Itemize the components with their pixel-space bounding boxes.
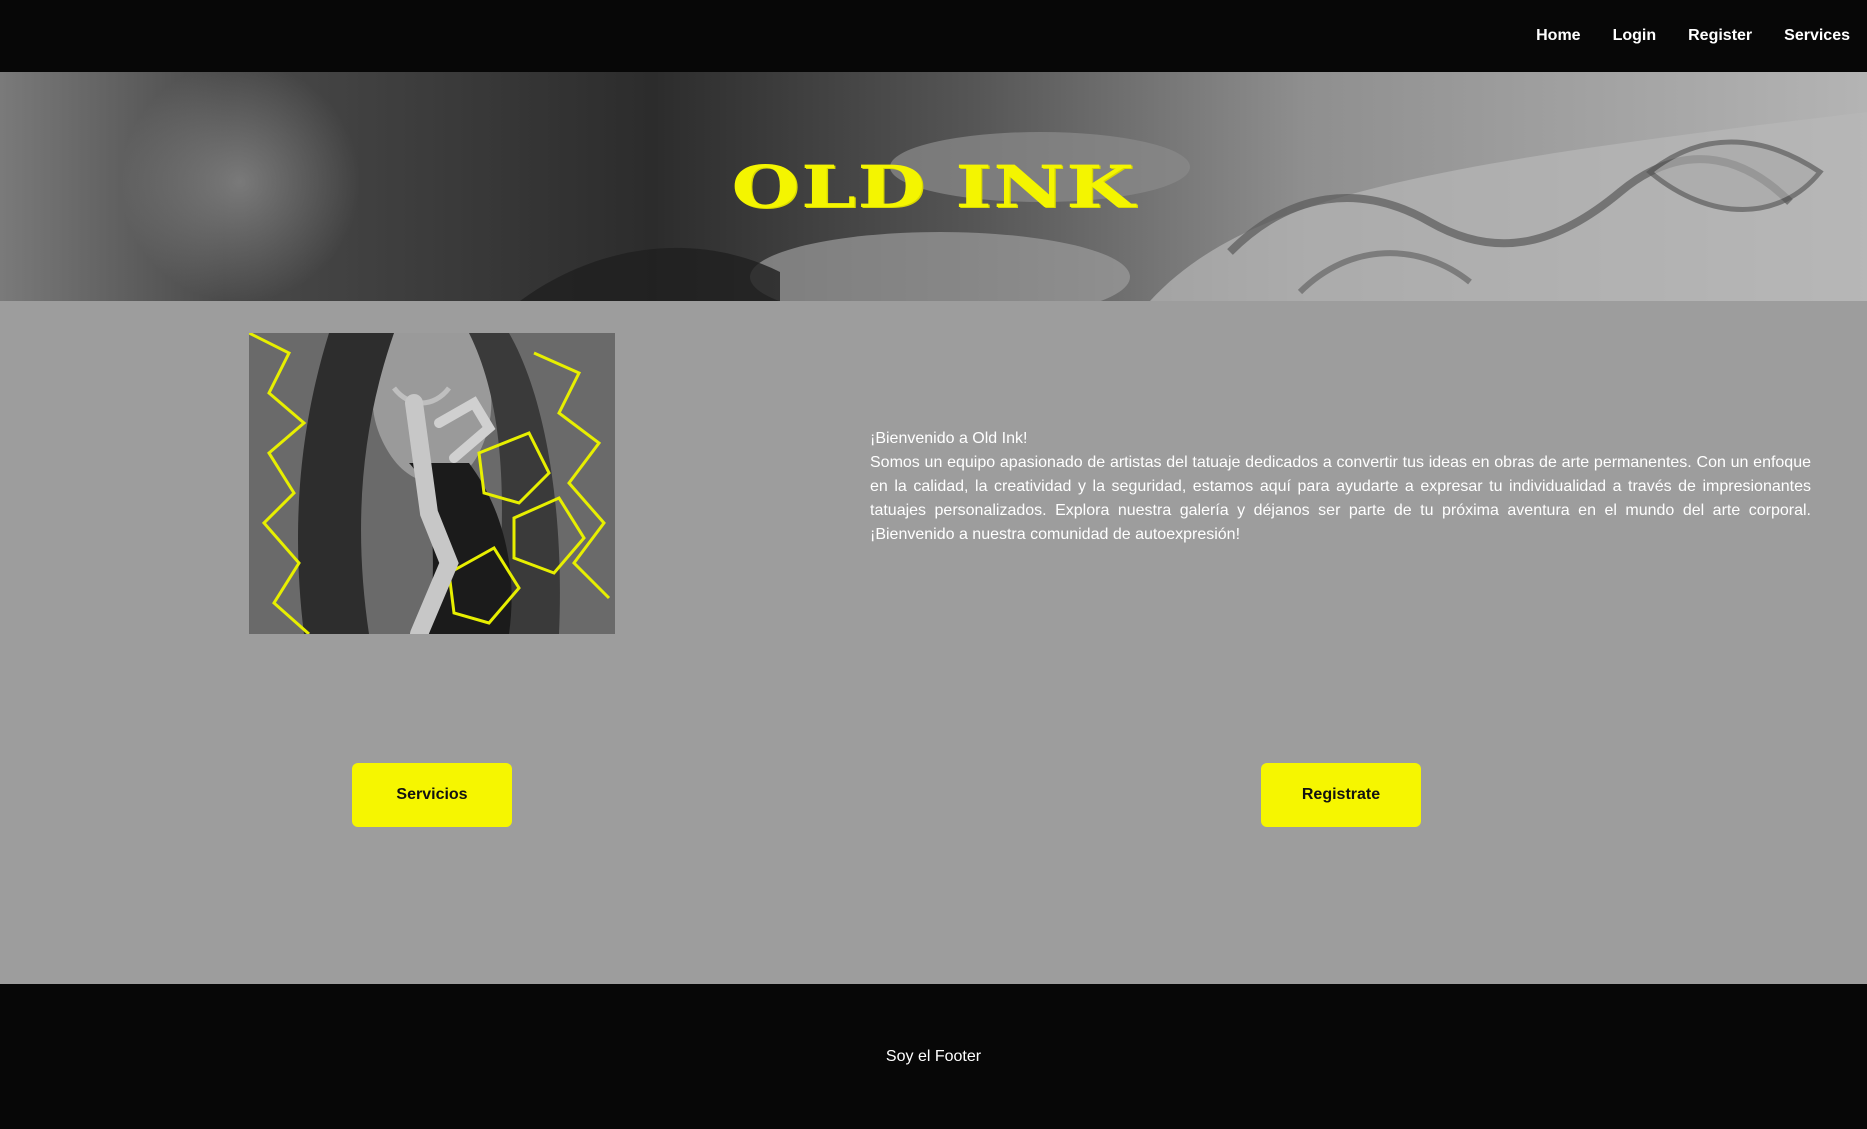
main-navigation: Home Login Register Services <box>1536 0 1850 72</box>
services-button[interactable]: Servicios <box>352 763 512 827</box>
welcome-title: ¡Bienvenido a Old Ink! <box>870 430 1028 447</box>
nav-services-link[interactable]: Services <box>1784 27 1850 45</box>
navbar: Home Login Register Services <box>0 0 1867 72</box>
welcome-section: ¡Bienvenido a Old Ink! Somos un equipo a… <box>870 427 1811 547</box>
footer: Soy el Footer <box>0 984 1867 1129</box>
register-button[interactable]: Registrate <box>1261 763 1421 827</box>
welcome-text: Somos un equipo apasionado de artistas d… <box>870 454 1811 543</box>
nav-login-link[interactable]: Login <box>1613 27 1657 45</box>
feature-image <box>249 333 615 634</box>
footer-text: Soy el Footer <box>885 1047 982 1065</box>
hero-banner: OLD INK <box>0 72 1867 301</box>
hero-title: OLD INK <box>731 152 1136 221</box>
nav-home-link[interactable]: Home <box>1536 27 1580 45</box>
woman-with-braids-tattooed-hands-image <box>249 333 615 634</box>
nav-register-link[interactable]: Register <box>1688 27 1752 45</box>
main-content: ¡Bienvenido a Old Ink! Somos un equipo a… <box>0 301 1867 984</box>
